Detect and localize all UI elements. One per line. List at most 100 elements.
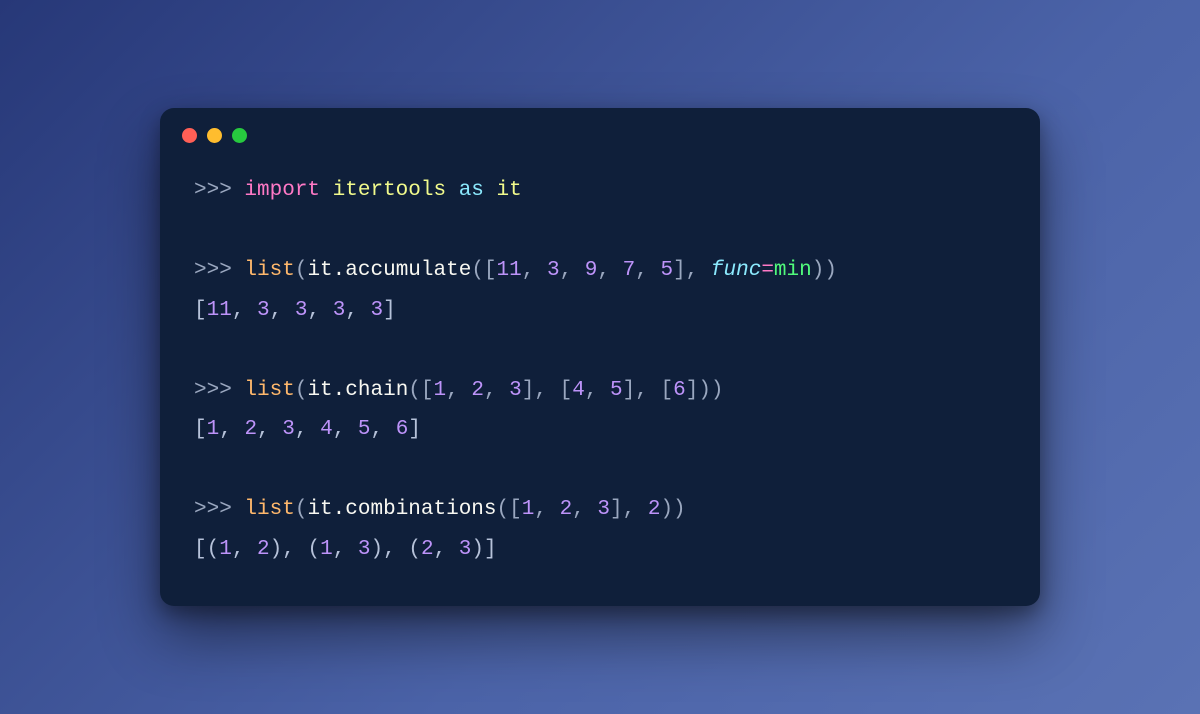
comma: , <box>585 379 610 402</box>
output-number: 2 <box>257 538 270 561</box>
output-bracket: [ <box>194 299 207 322</box>
tuple-open: ( <box>408 538 421 561</box>
comma: , <box>434 538 459 561</box>
number: 6 <box>673 379 686 402</box>
output-bracket: [ <box>194 538 207 561</box>
output-number: 2 <box>244 418 257 441</box>
comma: , <box>522 259 547 282</box>
bracket: [ <box>560 379 573 402</box>
paren: ( <box>497 498 510 521</box>
object: it <box>307 259 332 282</box>
paren: ) <box>673 498 686 521</box>
comma: , <box>257 418 282 441</box>
output-number: 3 <box>459 538 472 561</box>
number: 5 <box>610 379 623 402</box>
number: 4 <box>572 379 585 402</box>
paren: ( <box>295 379 308 402</box>
paren: ( <box>295 498 308 521</box>
object: it <box>307 498 332 521</box>
module-name: itertools <box>333 179 446 202</box>
maximize-icon[interactable] <box>232 128 247 143</box>
paren: ) <box>698 379 711 402</box>
comma: , <box>232 299 257 322</box>
tuple-close: ) <box>471 538 484 561</box>
bracket: ] <box>610 498 623 521</box>
comma: , <box>295 418 320 441</box>
paren: ( <box>408 379 421 402</box>
output-number: 3 <box>371 299 384 322</box>
output-number: 2 <box>421 538 434 561</box>
number: 1 <box>522 498 535 521</box>
bracket: ] <box>673 259 686 282</box>
window-titlebar <box>160 108 1040 153</box>
comma: , <box>597 259 622 282</box>
dot: . <box>333 379 346 402</box>
repl-prompt: >>> <box>194 259 232 282</box>
comma: , <box>383 538 408 561</box>
paren: ( <box>295 259 308 282</box>
paren: ) <box>812 259 825 282</box>
repl-prompt: >>> <box>194 379 232 402</box>
bracket: [ <box>509 498 522 521</box>
comma: , <box>560 259 585 282</box>
module-alias: it <box>497 179 522 202</box>
kwarg-name: func <box>711 259 761 282</box>
number: 7 <box>623 259 636 282</box>
code-area: >>> import itertools as it >>> list(it.a… <box>160 153 1040 570</box>
comma: , <box>333 418 358 441</box>
output-number: 6 <box>396 418 409 441</box>
dot: . <box>333 259 346 282</box>
method-accumulate: accumulate <box>345 259 471 282</box>
comma: , <box>623 498 648 521</box>
method-chain: chain <box>345 379 408 402</box>
tuple-open: ( <box>307 538 320 561</box>
number: 2 <box>648 498 661 521</box>
bracket: ] <box>686 379 699 402</box>
number: 5 <box>660 259 673 282</box>
bracket: ] <box>623 379 636 402</box>
output-number: 3 <box>333 299 346 322</box>
output-bracket: ] <box>383 299 396 322</box>
comma: , <box>371 418 396 441</box>
comma: , <box>572 498 597 521</box>
number: 1 <box>434 379 447 402</box>
output-number: 1 <box>219 538 232 561</box>
number: 3 <box>547 259 560 282</box>
builtin-min: min <box>774 259 812 282</box>
equals: = <box>761 259 774 282</box>
paren: ) <box>711 379 724 402</box>
comma: , <box>484 379 509 402</box>
output-number: 11 <box>207 299 232 322</box>
minimize-icon[interactable] <box>207 128 222 143</box>
comma: , <box>345 299 370 322</box>
comma: , <box>686 259 711 282</box>
comma: , <box>219 418 244 441</box>
paren: ) <box>824 259 837 282</box>
tuple-close: ) <box>270 538 283 561</box>
keyword-import: import <box>244 179 320 202</box>
number: 11 <box>497 259 522 282</box>
output-number: 1 <box>207 418 220 441</box>
comma: , <box>282 538 307 561</box>
number: 9 <box>585 259 598 282</box>
output-number: 3 <box>257 299 270 322</box>
bracket: ] <box>522 379 535 402</box>
output-number: 4 <box>320 418 333 441</box>
comma: , <box>534 379 559 402</box>
close-icon[interactable] <box>182 128 197 143</box>
number: 2 <box>560 498 573 521</box>
number: 2 <box>471 379 484 402</box>
keyword-as: as <box>459 179 484 202</box>
output-number: 3 <box>295 299 308 322</box>
dot: . <box>333 498 346 521</box>
comma: , <box>534 498 559 521</box>
repl-prompt: >>> <box>194 498 232 521</box>
terminal-window: >>> import itertools as it >>> list(it.a… <box>160 108 1040 606</box>
output-number: 3 <box>282 418 295 441</box>
call-list: list <box>244 379 294 402</box>
comma: , <box>307 299 332 322</box>
output-bracket: [ <box>194 418 207 441</box>
comma: , <box>333 538 358 561</box>
number: 3 <box>509 379 522 402</box>
tuple-open: ( <box>207 538 220 561</box>
